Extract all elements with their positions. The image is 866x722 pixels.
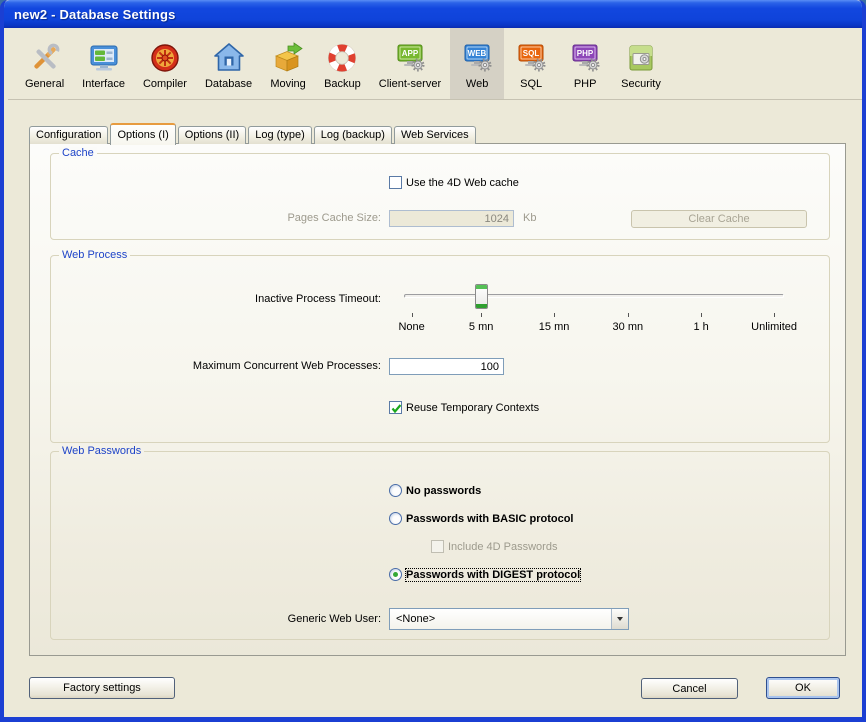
svg-text:APP: APP (402, 49, 419, 58)
toolbar-label: Compiler (143, 78, 187, 90)
radio-digest-protocol[interactable]: Passwords with DIGEST protocol (389, 568, 580, 581)
dropdown-arrow-button[interactable] (611, 609, 628, 629)
cache-group-title: Cache (59, 147, 97, 159)
toolbar-item-general[interactable]: General (16, 28, 73, 99)
php-screen-gear-icon: PHP (567, 40, 603, 76)
radio-label: Passwords with DIGEST protocol (406, 569, 580, 581)
red-wheel-icon (147, 40, 183, 76)
tick-label-1h: 1 h (694, 321, 709, 333)
radio-basic-protocol[interactable]: Passwords with BASIC protocol (389, 512, 573, 525)
max-processes-input[interactable] (389, 358, 504, 375)
pages-cache-size-input (389, 210, 514, 227)
include-4d-passwords-label: Include 4D Passwords (448, 541, 557, 553)
tick-label-unlimited: Unlimited (751, 321, 797, 333)
monitor-checklist-icon (86, 40, 122, 76)
tick-label-none: None (398, 321, 424, 333)
reuse-contexts-label: Reuse Temporary Contexts (406, 402, 539, 414)
checkbox-box (389, 176, 402, 189)
radio-label: Passwords with BASIC protocol (406, 513, 573, 525)
radio-no-passwords[interactable]: No passwords (389, 484, 481, 497)
inactive-timeout-label: Inactive Process Timeout: (151, 293, 381, 305)
toolbar-label: SQL (520, 78, 542, 90)
tab-log-type[interactable]: Log (type) (248, 126, 312, 144)
tools-icon (27, 40, 63, 76)
toolbar-item-interface[interactable]: Interface (73, 28, 134, 99)
use-web-cache-label: Use the 4D Web cache (406, 177, 519, 189)
box-arrow-icon (270, 40, 306, 76)
pages-cache-size-label: Pages Cache Size: (151, 212, 381, 224)
tab-configuration[interactable]: Configuration (29, 126, 108, 144)
inactive-timeout-slider[interactable]: None 5 mn 15 mn 30 mn 1 h Unlimited (404, 281, 784, 337)
toolbar-label: Web (466, 78, 488, 90)
toolbar-label: Interface (82, 78, 125, 90)
toolbar-item-php[interactable]: PHP PHP (558, 28, 612, 99)
radio-label: No passwords (406, 485, 481, 497)
toolbar-label: PHP (574, 78, 597, 90)
house-icon (211, 40, 247, 76)
slider-thumb[interactable] (475, 284, 488, 309)
toolbar-item-compiler[interactable]: Compiler (134, 28, 196, 99)
radio-circle (389, 484, 402, 497)
toolbar-label: General (25, 78, 64, 90)
tab-log-backup[interactable]: Log (backup) (314, 126, 392, 144)
slider-track[interactable] (404, 294, 784, 298)
toolbar-item-database[interactable]: Database (196, 28, 261, 99)
title-bar[interactable]: new2 - Database Settings (4, 0, 862, 28)
web-passwords-group-title: Web Passwords (59, 445, 144, 457)
database-settings-window: new2 - Database Settings General (0, 0, 866, 722)
checkbox-box-checked (389, 401, 402, 414)
web-process-group: Web Process Inactive Process Timeout: No… (50, 255, 830, 443)
checkbox-box-disabled (431, 540, 444, 553)
settings-tabs: Configuration Options (I) Options (II) L… (29, 122, 478, 144)
toolbar-label: Database (205, 78, 252, 90)
toolbar-label: Security (621, 78, 661, 90)
ok-button[interactable]: OK (766, 677, 840, 699)
generic-web-user-label: Generic Web User: (151, 613, 381, 625)
cache-unit-label: Kb (523, 212, 536, 224)
toolbar-item-sql[interactable]: SQL SQL (504, 28, 558, 99)
tab-web-services[interactable]: Web Services (394, 126, 476, 144)
cancel-button[interactable]: Cancel (641, 678, 738, 699)
radio-circle (389, 512, 402, 525)
reuse-contexts-checkbox[interactable]: Reuse Temporary Contexts (389, 401, 539, 414)
max-processes-label: Maximum Concurrent Web Processes: (151, 360, 381, 372)
toolbar-label: Client-server (379, 78, 441, 90)
clear-cache-button: Clear Cache (631, 210, 807, 228)
generic-web-user-dropdown[interactable]: <None> (389, 608, 629, 630)
web-screen-gear-icon: WEB (459, 40, 495, 76)
toolbar-label: Moving (270, 78, 305, 90)
svg-text:WEB: WEB (468, 49, 487, 58)
factory-settings-button[interactable]: Factory settings (29, 677, 175, 699)
toolbar-item-backup[interactable]: Backup (315, 28, 370, 99)
toolbar-label: Backup (324, 78, 361, 90)
green-card-icon (623, 40, 659, 76)
lifesaver-icon (324, 40, 360, 76)
toolbar-item-client-server[interactable]: APP Client-server (370, 28, 450, 99)
tab-options-1[interactable]: Options (I) (110, 123, 175, 145)
svg-text:PHP: PHP (577, 49, 594, 58)
web-passwords-group: Web Passwords No passwords Passwords wit… (50, 451, 830, 640)
tick-label-30mn: 30 mn (613, 321, 644, 333)
dropdown-value: <None> (390, 613, 611, 625)
tick-label-15mn: 15 mn (539, 321, 570, 333)
toolbar-item-security[interactable]: Security (612, 28, 670, 99)
toolbar-item-moving[interactable]: Moving (261, 28, 315, 99)
svg-text:SQL: SQL (523, 49, 540, 58)
window-title: new2 - Database Settings (14, 7, 176, 22)
tab-options-2[interactable]: Options (II) (178, 126, 246, 144)
app-screen-gear-icon: APP (392, 40, 428, 76)
toolbar-item-web[interactable]: WEB Web (450, 28, 504, 99)
options-1-panel: Cache Use the 4D Web cache Pages Cache S… (29, 143, 846, 656)
include-4d-passwords-checkbox: Include 4D Passwords (431, 540, 557, 553)
tick-label-5mn: 5 mn (469, 321, 493, 333)
sql-screen-gear-icon: SQL (513, 40, 549, 76)
cache-group: Cache Use the 4D Web cache Pages Cache S… (50, 153, 830, 240)
chevron-down-icon (617, 617, 623, 621)
settings-toolbar: General Interface (8, 28, 866, 100)
use-web-cache-checkbox[interactable]: Use the 4D Web cache (389, 176, 519, 189)
web-process-group-title: Web Process (59, 249, 130, 261)
radio-circle-selected (389, 568, 402, 581)
